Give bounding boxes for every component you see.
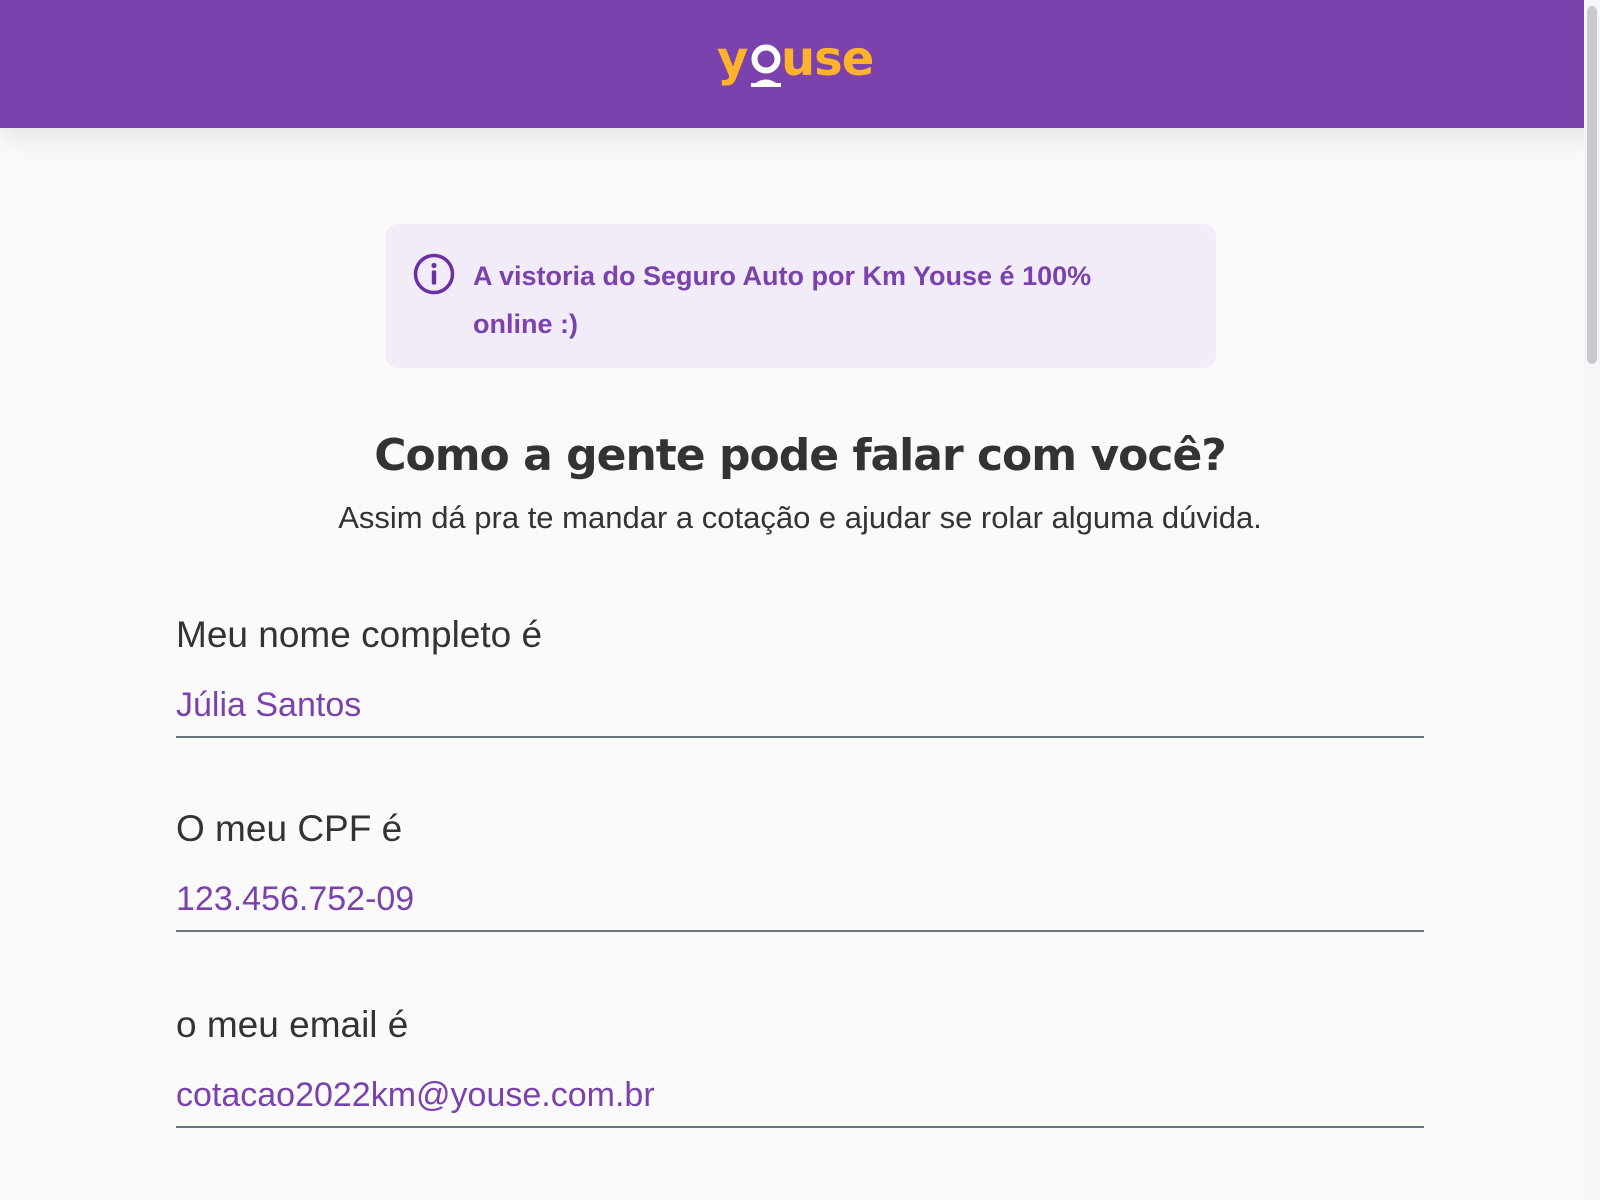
youse-logo[interactable]: y use xyxy=(717,30,885,92)
top-header: y use xyxy=(0,0,1600,128)
page-scrollbar[interactable] xyxy=(1584,0,1600,1200)
full-name-field: Meu nome completo é xyxy=(176,614,1424,744)
cpf-input[interactable] xyxy=(176,868,1424,932)
full-name-input[interactable] xyxy=(176,674,1424,738)
email-label: o meu email é xyxy=(176,1004,409,1045)
svg-text:y: y xyxy=(717,31,748,87)
full-name-label: Meu nome completo é xyxy=(176,614,543,655)
email-field: o meu email é xyxy=(176,1004,1424,1134)
cpf-field: O meu CPF é xyxy=(176,808,1424,938)
scrollbar-thumb[interactable] xyxy=(1587,6,1597,364)
info-icon xyxy=(413,253,455,295)
cpf-label: O meu CPF é xyxy=(176,808,403,849)
page-subtitle: Assim dá pra te mandar a cotação e ajuda… xyxy=(338,500,1262,535)
info-banner: A vistoria do Seguro Auto por Km Youse é… xyxy=(386,224,1216,368)
svg-text:use: use xyxy=(781,31,873,87)
email-input[interactable] xyxy=(176,1064,1424,1128)
page-title: Como a gente pode falar com você? xyxy=(374,430,1227,481)
banner-text: A vistoria do Seguro Auto por Km Youse é… xyxy=(473,261,1092,339)
